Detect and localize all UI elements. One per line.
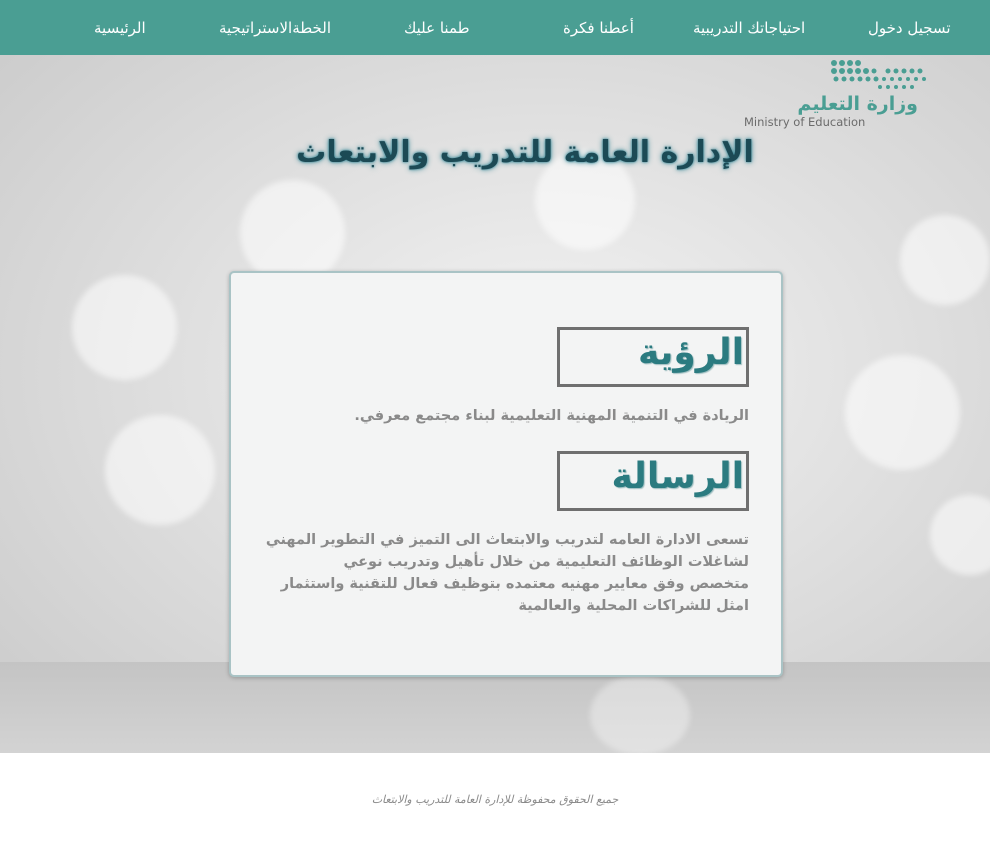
logo-dots-icon [831, 60, 937, 89]
nav-training-needs[interactable]: احتياجاتك التدريبية [693, 0, 805, 55]
vision-mission-card: الرؤية الريادة في التنمية المهنية التعلي… [229, 271, 783, 677]
mission-line: لشاغلات الوظائف التعليمية من خلال تأهيل … [343, 554, 749, 570]
nav-home[interactable]: الرئيسية [94, 0, 146, 55]
bokeh-light [900, 215, 990, 305]
page-title: الإدارة العامة للتدريب والابتعاث [296, 135, 754, 170]
bokeh-light [930, 495, 990, 575]
footer-copyright: جميع الحقوق محفوظة للإدارة العامة للتدري… [371, 793, 619, 806]
mission-line: امثل للشراكات المحلية والعالمية [518, 598, 749, 614]
bokeh-light [590, 675, 690, 753]
bokeh-light [105, 415, 215, 525]
logo-arabic-text: وزارة التعليم [797, 93, 918, 115]
nav-login[interactable]: تسجيل دخول [868, 0, 951, 55]
nav-strategic-plan[interactable]: الخطةالاستراتيجية [219, 0, 331, 55]
ministry-logo: وزارة التعليم Ministry of Education [738, 57, 937, 129]
mission-heading-box: الرسالة [557, 451, 749, 511]
mission-heading: الرسالة [611, 456, 744, 497]
top-nav-bar: تسجيل دخول احتياجاتك التدريبية أعطنا فكر… [0, 0, 990, 55]
vision-heading-box: الرؤية [557, 327, 749, 387]
mission-line: متخصص وفق معايير مهنيه معتمده بتوظيف فعا… [280, 576, 749, 592]
nav-give-idea[interactable]: أعطنا فكرة [563, 0, 634, 55]
nav-reassure-us[interactable]: طمنا عليك [404, 0, 470, 55]
mission-text: تسعى الادارة العامه لتدريب والابتعاث الى… [251, 529, 749, 617]
bokeh-light [72, 275, 177, 380]
bokeh-light [845, 355, 960, 470]
hero-background: وزارة التعليم Ministry of Education الإد… [0, 55, 990, 753]
bokeh-light [240, 180, 345, 285]
vision-heading: الرؤية [638, 332, 744, 373]
logo-english-text: Ministry of Education [744, 115, 866, 129]
mission-line: تسعى الادارة العامه لتدريب والابتعاث الى… [265, 532, 749, 548]
vision-text: الريادة في التنمية المهنية التعليمية لبن… [354, 408, 749, 424]
